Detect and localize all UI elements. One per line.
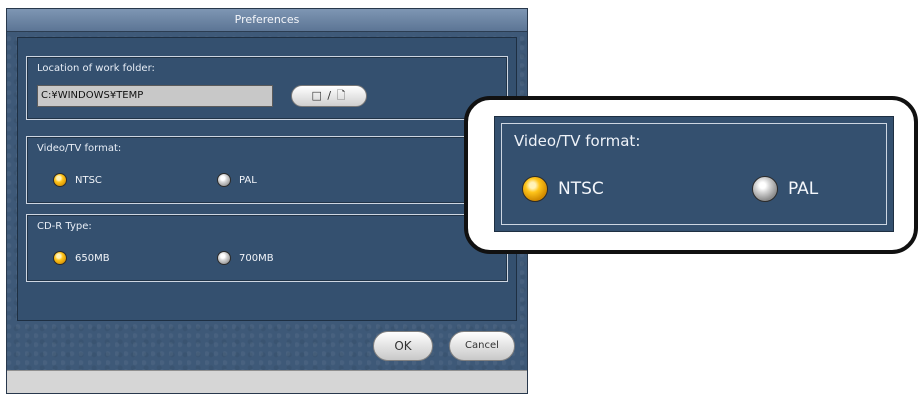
radio-ntsc[interactable]: NTSC bbox=[53, 173, 102, 187]
radio-selected-icon[interactable] bbox=[53, 251, 67, 265]
callout-radio-pal: PAL bbox=[752, 176, 818, 202]
radio-pal-label: PAL bbox=[239, 174, 257, 186]
callout-radio-ntsc: NTSC bbox=[522, 176, 604, 202]
radio-unselected-icon[interactable] bbox=[217, 173, 231, 187]
video-format-group: Video/TV format: NTSC PAL bbox=[26, 136, 508, 204]
video-format-label: Video/TV format: bbox=[37, 143, 122, 154]
radio-unselected-icon bbox=[752, 176, 778, 202]
radio-unselected-icon[interactable] bbox=[217, 251, 231, 265]
callout-video-format-label: Video/TV format: bbox=[514, 132, 641, 150]
callout-video-format-group: Video/TV format: NTSC PAL bbox=[501, 123, 887, 225]
browse-folder-button[interactable]: □ / 🗋 bbox=[291, 85, 367, 107]
status-bar bbox=[7, 370, 527, 393]
radio-700mb[interactable]: 700MB bbox=[217, 251, 274, 265]
radio-ntsc-label: NTSC bbox=[75, 174, 102, 186]
preferences-panel: Location of work folder: C:¥WINDOWS¥TEMP… bbox=[17, 37, 517, 321]
work-folder-group: Location of work folder: C:¥WINDOWS¥TEMP… bbox=[26, 56, 508, 120]
radio-selected-icon bbox=[522, 176, 548, 202]
preferences-dialog: Preferences Location of work folder: C:¥… bbox=[6, 8, 528, 394]
ok-button[interactable]: OK bbox=[373, 331, 433, 361]
work-folder-label: Location of work folder: bbox=[37, 63, 155, 74]
cancel-button[interactable]: Cancel bbox=[449, 331, 515, 361]
radio-pal[interactable]: PAL bbox=[217, 173, 257, 187]
callout-panel: Video/TV format: NTSC PAL bbox=[494, 116, 894, 232]
radio-650mb-label: 650MB bbox=[75, 252, 110, 264]
cdr-type-group: CD-R Type: 650MB 700MB bbox=[26, 214, 508, 282]
radio-700mb-label: 700MB bbox=[239, 252, 274, 264]
callout-ntsc-label: NTSC bbox=[558, 179, 604, 199]
dialog-title[interactable]: Preferences bbox=[7, 9, 527, 32]
callout-pal-label: PAL bbox=[788, 179, 819, 199]
radio-selected-icon[interactable] bbox=[53, 173, 67, 187]
cdr-type-label: CD-R Type: bbox=[37, 221, 92, 232]
radio-650mb[interactable]: 650MB bbox=[53, 251, 110, 265]
work-folder-path-field[interactable]: C:¥WINDOWS¥TEMP bbox=[37, 85, 273, 107]
zoom-callout: Video/TV format: NTSC PAL bbox=[464, 96, 918, 254]
